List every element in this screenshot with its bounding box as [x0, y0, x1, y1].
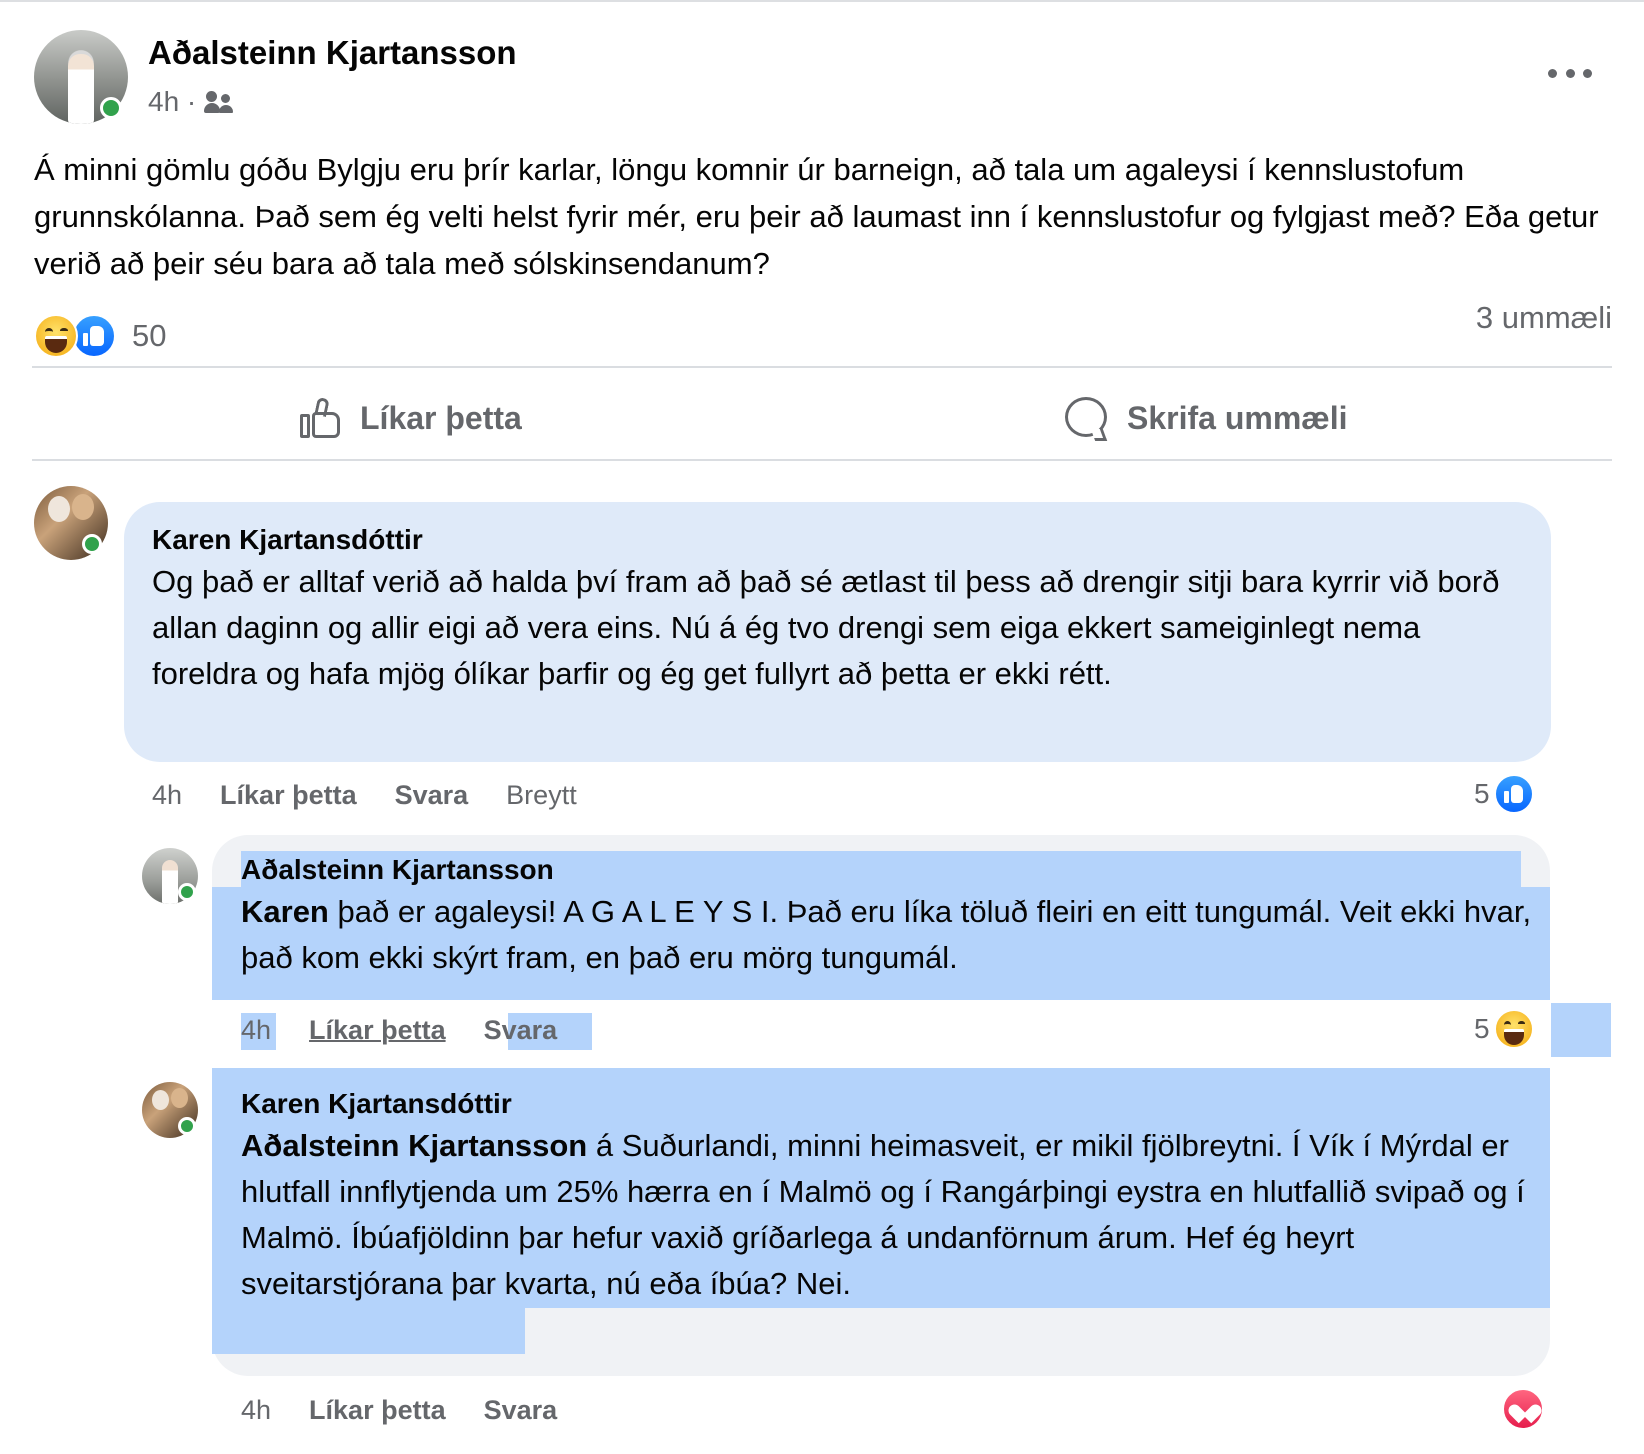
- write-comment-label: Skrifa ummæli: [1127, 399, 1348, 436]
- reply-body: það er agaleysi! A G A L E Y S I. Það er…: [241, 894, 1532, 975]
- post-time[interactable]: 4h ·: [148, 86, 196, 118]
- online-status-dot: [100, 97, 122, 119]
- comment-actions: 4h Líkar þetta Svara: [241, 1015, 557, 1046]
- like-button-label: Líkar þetta: [360, 399, 522, 436]
- reactions-summary[interactable]: 50: [34, 314, 166, 358]
- comment-reaction-count: 5: [1474, 778, 1490, 809]
- more-options-button[interactable]: [1548, 58, 1592, 88]
- reply-author[interactable]: Karen Kjartansdóttir: [241, 1088, 512, 1120]
- top-divider: [0, 0, 1644, 2]
- edited-label: Breytt: [506, 780, 577, 810]
- reply-text: Karen það er agaleysi! A G A L E Y S I. …: [241, 889, 1541, 981]
- comment-time[interactable]: 4h: [241, 1015, 271, 1046]
- post-author-name[interactable]: Aðalsteinn Kjartansson: [148, 34, 517, 72]
- reply-author[interactable]: Aðalsteinn Kjartansson: [241, 854, 554, 886]
- like-button[interactable]: Líkar þetta: [298, 390, 522, 446]
- comment-actions: 4h Líkar þetta Svara Breytt: [152, 780, 577, 811]
- comment-text: Og það er alltaf verið að halda því fram…: [152, 564, 1500, 691]
- text-selection: [1551, 1003, 1611, 1057]
- comment-actions: 4h Líkar þetta Svara: [241, 1395, 557, 1426]
- avatar-figure: [68, 54, 94, 124]
- love-reaction-icon: [1502, 1388, 1544, 1430]
- divider: [32, 459, 1612, 461]
- comment-like-button[interactable]: Líkar þetta: [220, 780, 357, 811]
- online-status-dot: [178, 1117, 196, 1135]
- mention-link[interactable]: Karen: [241, 894, 329, 929]
- text-selection: [212, 1308, 525, 1354]
- like-reaction-icon: [72, 314, 116, 358]
- like-reaction-icon: [1493, 774, 1534, 814]
- comment-bubble-icon: [1063, 395, 1109, 441]
- dot-icon: [1565, 68, 1575, 78]
- comment-like-button[interactable]: Líkar þetta: [309, 1395, 446, 1426]
- comment-reactions[interactable]: 5: [1474, 774, 1534, 814]
- post-meta: 4h ·: [148, 86, 234, 118]
- comment-reactions[interactable]: [1502, 1388, 1544, 1430]
- thumbs-up-icon: [298, 396, 342, 440]
- haha-reaction-icon: [1493, 1009, 1534, 1049]
- comment-time[interactable]: 4h: [152, 780, 182, 811]
- comment-reply-button[interactable]: Svara: [484, 1395, 558, 1426]
- comment-reply-button[interactable]: Svara: [395, 780, 469, 811]
- online-status-dot: [178, 883, 196, 901]
- comment-like-button[interactable]: Líkar þetta: [309, 1015, 446, 1046]
- divider: [32, 366, 1612, 368]
- comment-reactions[interactable]: 5: [1474, 1009, 1534, 1049]
- comment-reply-button[interactable]: Svara: [484, 1015, 558, 1046]
- comment-count-link[interactable]: 3 ummæli: [1476, 300, 1612, 336]
- online-status-dot: [82, 534, 102, 554]
- reply-text: Aðalsteinn Kjartansson á Suðurlandi, min…: [241, 1123, 1541, 1307]
- haha-reaction-icon: [34, 314, 78, 358]
- dot-icon: [1583, 68, 1592, 78]
- comment-reaction-count: 5: [1474, 1013, 1490, 1044]
- dot-icon: [1548, 68, 1557, 78]
- comment-author[interactable]: Karen Kjartansdóttir: [152, 524, 423, 556]
- post-body: Á minni gömlu góðu Bylgju eru þrír karla…: [34, 152, 1599, 281]
- reaction-count: 50: [132, 318, 167, 353]
- write-comment-button[interactable]: Skrifa ummæli: [1063, 390, 1348, 446]
- mention-link[interactable]: Aðalsteinn Kjartansson: [241, 1128, 587, 1163]
- friends-icon[interactable]: [204, 91, 234, 113]
- comment-time[interactable]: 4h: [241, 1395, 271, 1426]
